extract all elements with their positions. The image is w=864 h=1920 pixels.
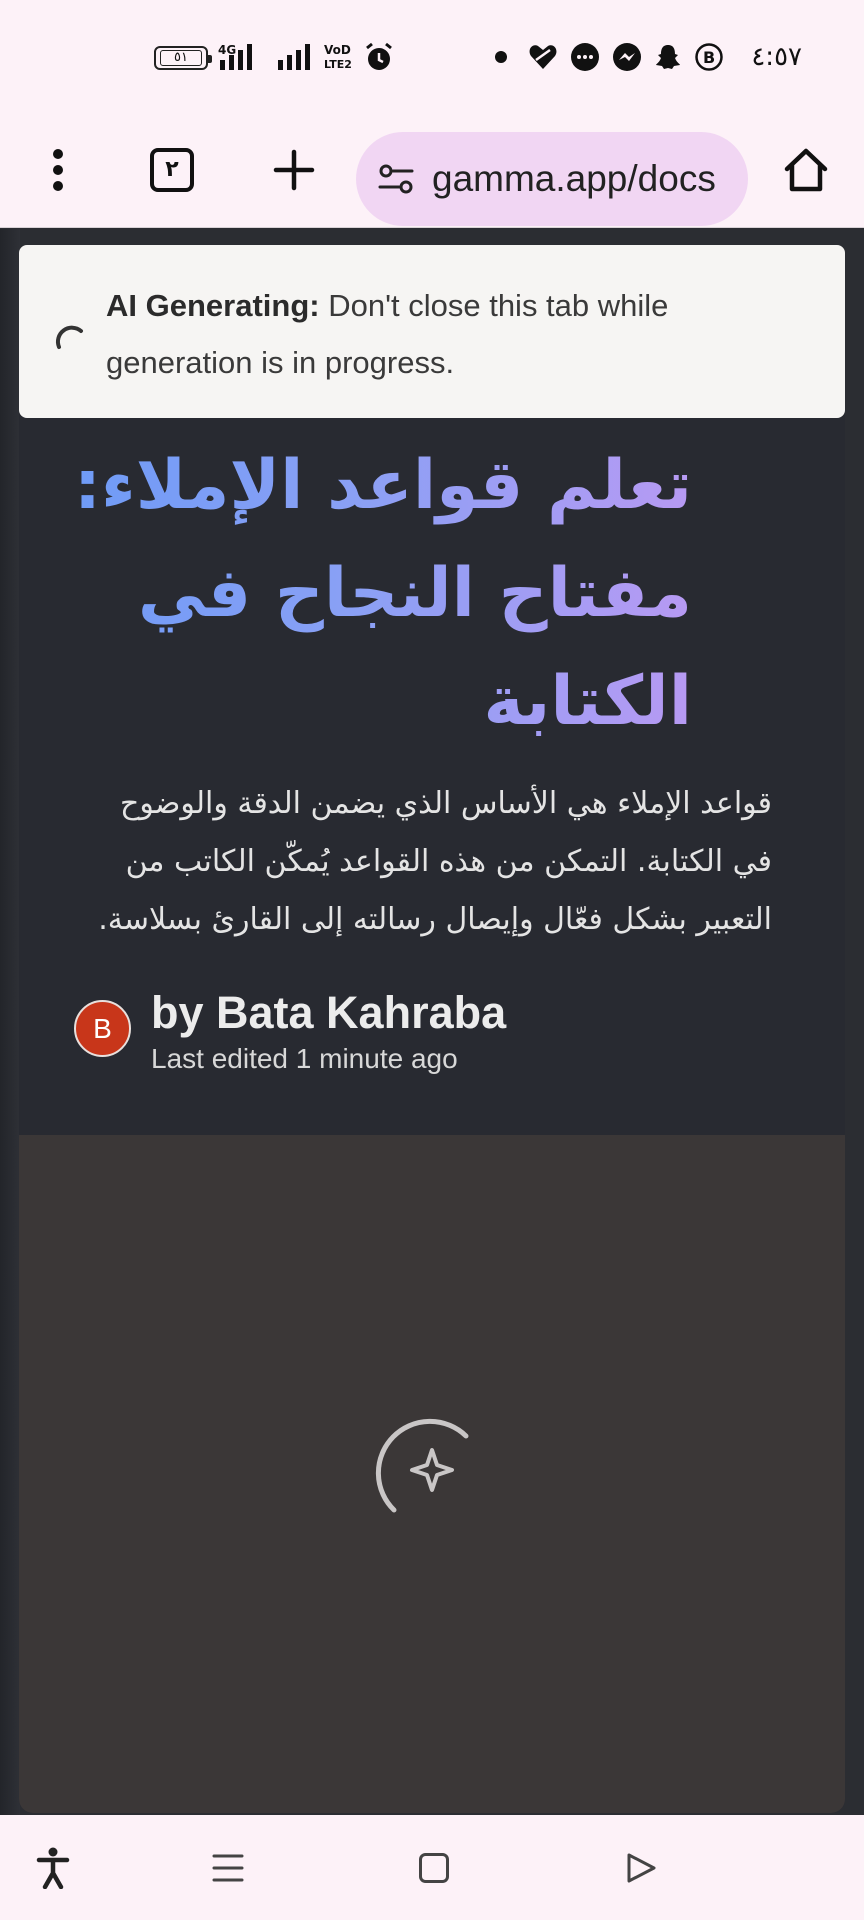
heart-icon [528,42,558,72]
chat-bubble-icon [570,42,600,72]
document-intro: قواعد الإملاء هي الأساس الذي يضمن الدقة … [98,786,772,937]
b-badge-icon: B [694,42,724,72]
svg-text:4G: 4G [218,43,236,57]
author-name: by Bata Kahraba [151,987,507,1038]
document-title: تعلم قواعد الإملاء: مفتاح النجاح في الكت… [72,432,692,756]
status-bar: ٥١ 4G VoD LTE2 B ٤:٥٧ [0,0,864,112]
page-edge [0,229,20,1815]
system-nav-bar [0,1815,864,1920]
back-triangle-icon[interactable] [618,1845,664,1891]
plus-icon[interactable] [266,136,322,204]
square-icon[interactable] [411,1845,457,1891]
browser-toolbar: ٢ gamma.app/docs [0,112,864,228]
snapchat-icon [653,42,683,72]
tune-icon[interactable] [376,159,416,199]
ai-generating-banner: AI Generating: Don't close this tab whil… [19,245,845,418]
banner-message: AI Generating: Don't close this tab whil… [106,277,806,391]
more-vert-icon[interactable] [32,132,84,208]
messenger-icon [612,42,642,72]
alarm-icon [364,40,394,74]
banner-title: AI Generating: [106,288,320,323]
svg-text:VoD: VoD [324,43,351,57]
battery-level: ٥١ [160,50,202,66]
url-text[interactable]: gamma.app/docs [432,158,716,200]
notification-dot-icon [495,51,507,63]
author-info: B by Bata Kahraba Last edited 1 minute a… [74,987,774,1085]
avatar: B [74,1000,131,1057]
tab-count: ٢ [150,148,194,192]
battery-indicator: ٥١ [154,46,212,70]
home-icon[interactable] [776,136,836,204]
url-bar[interactable]: gamma.app/docs [356,132,748,226]
signal-icon [276,40,316,74]
menu-icon[interactable] [205,1845,251,1891]
last-edited: Last edited 1 minute ago [151,1043,458,1074]
accessibility-icon[interactable] [30,1845,76,1891]
loading-spinner-icon [51,317,87,353]
svg-text:B: B [703,48,715,67]
network-4g-icon: 4G [216,40,266,74]
sparkle-icon [370,1418,476,1524]
svg-text:LTE2: LTE2 [324,58,352,71]
tab-switcher-button[interactable]: ٢ [146,136,198,204]
volte-icon: VoD LTE2 [323,40,357,74]
clock: ٤:٥٧ [751,42,802,72]
